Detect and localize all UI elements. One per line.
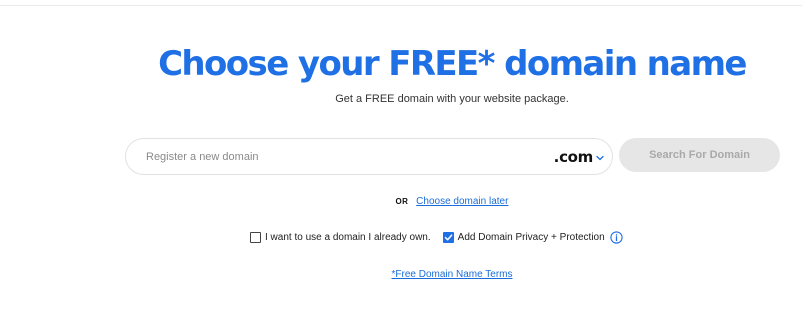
privacy-protection-option[interactable]: Add Domain Privacy + Protection [442, 231, 605, 243]
use-own-domain-option[interactable]: I want to use a domain I already own. [250, 231, 431, 243]
choose-domain-later-link[interactable]: Choose domain later [416, 196, 508, 207]
alternative-row: OR Choose domain later [0, 196, 802, 207]
free-domain-terms-link[interactable]: *Free Domain Name Terms [392, 269, 513, 280]
page-title: Choose your FREE* domain name [158, 44, 747, 84]
privacy-protection-label: Add Domain Privacy + Protection [457, 231, 605, 243]
checkmark-icon [444, 233, 453, 240]
tld-selected-value: .com [553, 147, 594, 166]
terms-row: *Free Domain Name Terms [0, 269, 802, 280]
top-divider [0, 0, 802, 6]
or-label: OR [395, 197, 409, 206]
page-subtitle: Get a FREE domain with your website pack… [335, 93, 569, 105]
use-own-domain-checkbox[interactable] [250, 231, 261, 243]
privacy-protection-checkbox[interactable] [442, 231, 454, 243]
chevron-down-icon [596, 155, 604, 161]
info-icon[interactable] [610, 230, 623, 244]
search-for-domain-button[interactable]: Search For Domain [619, 138, 780, 172]
tld-dropdown[interactable]: .com [554, 139, 604, 174]
use-own-domain-label: I want to use a domain I already own. [265, 231, 431, 243]
domain-search-input[interactable] [146, 139, 526, 174]
domain-search-box: .com [125, 138, 613, 175]
domain-options: I want to use a domain I already own. Ad… [250, 229, 623, 245]
